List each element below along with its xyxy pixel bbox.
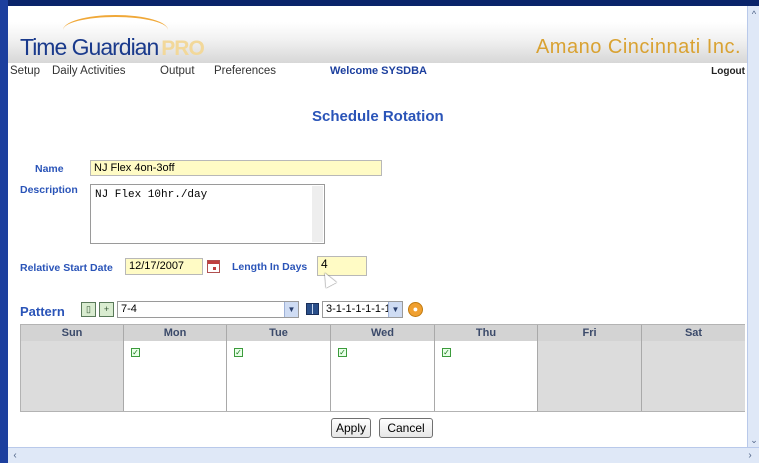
- cancel-button[interactable]: Cancel: [379, 418, 433, 438]
- app-logo: Time Guardian PRO: [20, 34, 205, 61]
- day-cell[interactable]: ✓: [124, 341, 226, 411]
- day-column-wed: Wed ✓: [331, 325, 435, 411]
- book-icon[interactable]: [306, 303, 319, 315]
- add-user-icon[interactable]: +: [99, 302, 114, 317]
- pattern-select[interactable]: 7-4 ▼: [117, 301, 299, 318]
- day-column-mon: Mon ✓: [124, 325, 227, 411]
- shift-pattern-select[interactable]: 3-1-1-1-1-1-1 ▼: [322, 301, 403, 318]
- day-header: Sat: [642, 325, 745, 341]
- logo-suffix: PRO: [161, 37, 205, 60]
- day-cell[interactable]: ✓: [227, 341, 330, 411]
- length-label: Length In Days: [232, 261, 308, 273]
- settings-icon[interactable]: ●: [408, 302, 423, 317]
- menu-setup[interactable]: Setup: [10, 65, 40, 77]
- scroll-right-icon[interactable]: ›: [743, 449, 757, 463]
- welcome-text: Welcome SYSDBA: [330, 65, 427, 77]
- day-checkbox[interactable]: ✓: [442, 348, 451, 357]
- day-cell[interactable]: ✓: [435, 341, 537, 411]
- day-header: Sun: [21, 325, 123, 341]
- day-header: Tue: [227, 325, 330, 341]
- day-checkbox[interactable]: ✓: [338, 348, 347, 357]
- shift-pattern-value: 3-1-1-1-1-1-1: [326, 303, 391, 315]
- day-cell[interactable]: [642, 341, 745, 411]
- menu-preferences[interactable]: Preferences: [214, 65, 276, 77]
- scroll-down-icon[interactable]: ⌄: [748, 434, 759, 446]
- apply-button[interactable]: Apply: [331, 418, 371, 438]
- pattern-label: Pattern: [20, 304, 65, 319]
- day-column-sat: Sat: [642, 325, 745, 411]
- day-header: Mon: [124, 325, 226, 341]
- company-name: Amano Cincinnati Inc.: [535, 36, 741, 58]
- window-left-border: [0, 0, 8, 463]
- day-cell[interactable]: [538, 341, 641, 411]
- pattern-select-value: 7-4: [121, 303, 137, 315]
- day-checkbox[interactable]: ✓: [234, 348, 243, 357]
- start-date-field[interactable]: 12/17/2007: [125, 258, 203, 275]
- description-text: NJ Flex 10hr./day: [95, 189, 208, 201]
- menu-daily-activities[interactable]: Daily Activities: [52, 65, 126, 77]
- day-cell[interactable]: ✓: [331, 341, 434, 411]
- menu-bar: Setup Daily Activities Output Preference…: [8, 63, 747, 80]
- scroll-up-icon[interactable]: ^: [748, 8, 759, 20]
- horizontal-scrollbar[interactable]: ‹ ›: [8, 447, 759, 463]
- vertical-scrollbar[interactable]: ^ ⌄: [747, 6, 759, 447]
- add-icon[interactable]: ▯: [81, 302, 96, 317]
- description-field[interactable]: NJ Flex 10hr./day: [90, 184, 325, 244]
- day-header: Wed: [331, 325, 434, 341]
- chevron-down-icon[interactable]: ▼: [388, 302, 402, 317]
- chevron-down-icon[interactable]: ▼: [284, 302, 298, 317]
- scroll-left-icon[interactable]: ‹: [8, 449, 22, 463]
- day-header: Fri: [538, 325, 641, 341]
- calendar-icon[interactable]: [207, 260, 220, 273]
- description-scrollbar[interactable]: [312, 186, 323, 242]
- day-column-fri: Fri: [538, 325, 642, 411]
- day-column-sun: Sun: [21, 325, 124, 411]
- day-column-thu: Thu ✓: [435, 325, 538, 411]
- menu-output[interactable]: Output: [160, 65, 195, 77]
- description-label: Description: [20, 184, 78, 196]
- logo-text: Time Guardian: [20, 34, 159, 60]
- app-header: Time Guardian PRO Amano Cincinnati Inc.: [8, 6, 747, 63]
- start-date-label: Relative Start Date: [20, 262, 113, 274]
- logout-link[interactable]: Logout: [711, 66, 745, 77]
- name-field[interactable]: NJ Flex 4on-3off: [90, 160, 382, 176]
- name-label: Name: [35, 163, 64, 175]
- day-header: Thu: [435, 325, 537, 341]
- pattern-grid: Sun Mon ✓ Tue ✓ Wed ✓ Thu ✓ Fri Sat: [20, 324, 745, 412]
- day-cell[interactable]: [21, 341, 123, 411]
- day-column-tue: Tue ✓: [227, 325, 331, 411]
- page-title: Schedule Rotation: [312, 108, 444, 125]
- day-checkbox[interactable]: ✓: [131, 348, 140, 357]
